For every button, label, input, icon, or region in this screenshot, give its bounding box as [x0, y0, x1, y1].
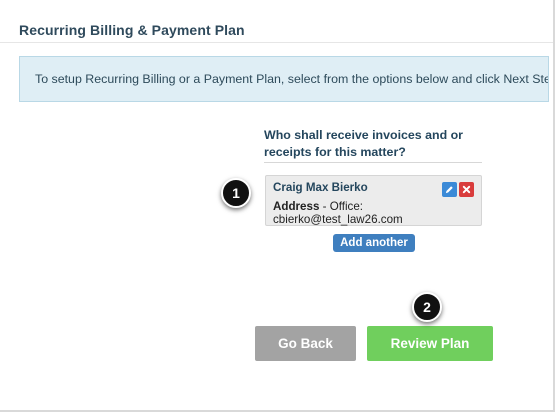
address-label: Address [273, 200, 320, 213]
recurring-billing-panel: Recurring Billing & Payment Plan To setu… [0, 0, 555, 412]
instructions-text: To setup Recurring Billing or a Payment … [35, 72, 549, 86]
page-title: Recurring Billing & Payment Plan [19, 22, 245, 38]
title-divider [0, 42, 553, 43]
recipients-heading: Who shall receive invoices and or receip… [264, 128, 464, 159]
callout-marker-1: 1 [221, 178, 251, 208]
contact-address: Address - Office: [273, 200, 474, 213]
callout-marker-2: 2 [412, 292, 442, 322]
recipients-divider [264, 162, 482, 163]
pencil-icon [445, 186, 453, 194]
review-plan-button[interactable]: Review Plan [367, 326, 493, 361]
add-another-button[interactable]: Add another [333, 234, 415, 252]
delete-contact-button[interactable] [459, 182, 474, 197]
close-icon [462, 185, 471, 194]
address-value: - Office: [319, 200, 364, 213]
instructions-banner: To setup Recurring Billing or a Payment … [19, 56, 549, 102]
contact-email: cbierko@test_law26.com [273, 213, 403, 226]
go-back-button[interactable]: Go Back [255, 326, 356, 361]
edit-contact-button[interactable] [442, 182, 457, 197]
